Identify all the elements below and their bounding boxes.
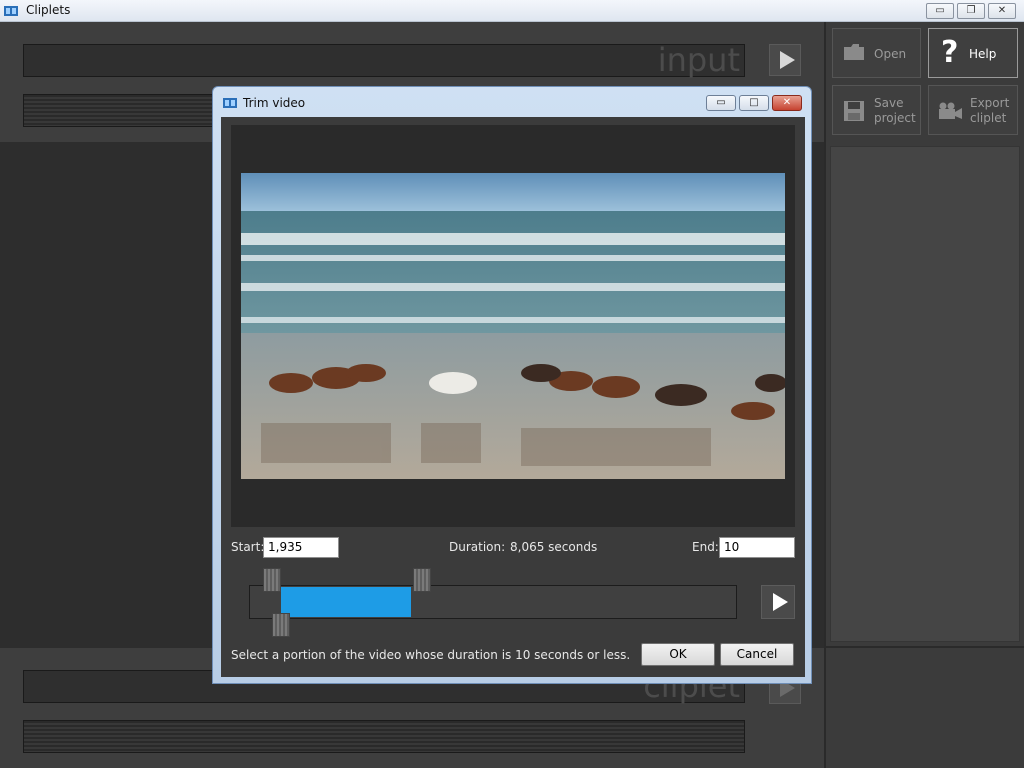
window-title-bar: Cliplets ▭ ❐ ✕ bbox=[0, 0, 1024, 22]
cancel-button[interactable]: Cancel bbox=[720, 643, 794, 666]
trim-timeline[interactable] bbox=[249, 585, 737, 619]
close-button[interactable]: ✕ bbox=[988, 3, 1016, 19]
export-cliplet-button[interactable]: Export cliplet bbox=[928, 85, 1018, 135]
minimize-button[interactable]: ▭ bbox=[926, 3, 954, 19]
restore-button[interactable]: ❐ bbox=[957, 3, 985, 19]
help-label: Help bbox=[969, 47, 997, 61]
playhead-handle[interactable] bbox=[272, 613, 290, 637]
end-label: End: bbox=[692, 540, 719, 554]
app-icon bbox=[4, 6, 18, 16]
open-button[interactable]: Open bbox=[832, 28, 921, 78]
trim-end-handle[interactable] bbox=[413, 568, 431, 592]
export-label-line1: Export bbox=[970, 96, 1010, 110]
video-preview bbox=[241, 173, 785, 479]
trim-start-handle[interactable] bbox=[263, 568, 281, 592]
dialog-close-button[interactable]: ✕ bbox=[772, 95, 802, 111]
trim-hint: Select a portion of the video whose dura… bbox=[231, 648, 631, 662]
question-icon: ? bbox=[941, 35, 959, 70]
end-input[interactable]: 10 bbox=[719, 537, 795, 558]
play-icon bbox=[773, 593, 788, 611]
window-title: Cliplets bbox=[26, 3, 71, 17]
video-preview-frame bbox=[231, 125, 795, 527]
duration-value: 8,065 seconds bbox=[510, 540, 598, 554]
folder-icon bbox=[844, 44, 864, 60]
trim-selection[interactable] bbox=[281, 587, 411, 617]
trim-video-dialog: Trim video ▭ □ ✕ Start: 1,935 Duration: … bbox=[212, 86, 812, 684]
dialog-title: Trim video bbox=[243, 96, 306, 110]
preview-play-button[interactable] bbox=[761, 585, 795, 619]
input-watermark: input bbox=[657, 41, 740, 79]
save-label-line2: project bbox=[874, 111, 916, 125]
open-label: Open bbox=[874, 47, 907, 61]
input-play-button[interactable] bbox=[769, 44, 801, 76]
play-icon bbox=[780, 51, 795, 69]
duration-label: Duration: bbox=[449, 540, 506, 554]
export-label-line2: cliplet bbox=[970, 111, 1007, 125]
input-track[interactable]: input bbox=[23, 41, 745, 79]
start-label: Start: bbox=[231, 540, 265, 554]
cliplet-timeline[interactable] bbox=[23, 720, 745, 753]
save-project-button[interactable]: Save project bbox=[832, 85, 921, 135]
floppy-disk-icon bbox=[844, 101, 864, 121]
start-input[interactable]: 1,935 bbox=[263, 537, 339, 558]
dialog-body: Start: 1,935 Duration: 8,065 seconds End… bbox=[221, 117, 805, 677]
app-icon bbox=[223, 98, 237, 108]
video-camera-icon bbox=[939, 102, 962, 119]
ok-button[interactable]: OK bbox=[641, 643, 715, 666]
dialog-minimize-button[interactable]: ▭ bbox=[706, 95, 736, 111]
dialog-maximize-button[interactable]: □ bbox=[739, 95, 769, 111]
panel-divider bbox=[826, 646, 1024, 648]
cliplet-list[interactable] bbox=[830, 146, 1020, 642]
save-label-line1: Save bbox=[874, 96, 904, 110]
help-button[interactable]: ? Help bbox=[928, 28, 1018, 78]
